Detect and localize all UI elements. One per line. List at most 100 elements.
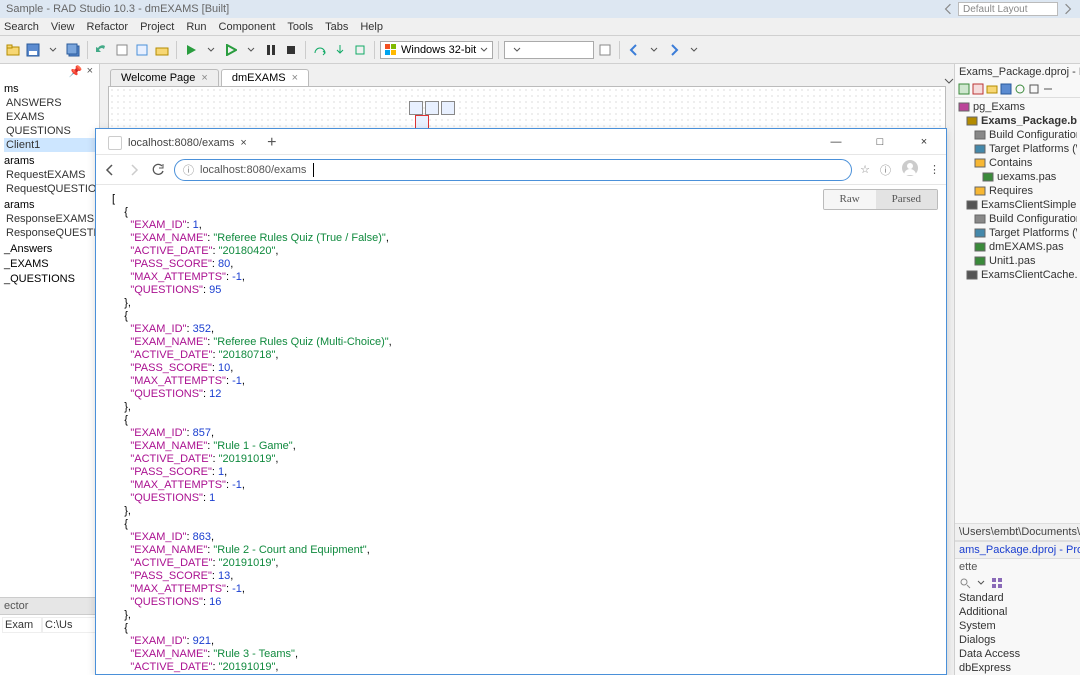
structure-close-icon[interactable]: × — [87, 65, 93, 77]
pause-icon[interactable] — [262, 41, 280, 59]
kebab-menu-icon[interactable]: ⋮ — [929, 163, 940, 176]
new-items-icon[interactable] — [113, 41, 131, 59]
project-node[interactable]: Exams_Package.bpl — [958, 114, 1077, 128]
tab-welcome[interactable]: Welcome Page× — [110, 69, 219, 86]
undo-icon[interactable] — [93, 41, 111, 59]
sync-icon[interactable] — [1014, 83, 1026, 95]
project-node[interactable]: Build Configurations (Debug — [958, 212, 1077, 226]
palette-category[interactable]: dbExpress — [955, 661, 1080, 675]
structure-item[interactable]: EXAMS — [4, 110, 95, 124]
browser-tab[interactable]: localhost:8080/exams × — [98, 132, 257, 154]
project-node[interactable]: Build Configurations (Debug — [958, 128, 1077, 142]
browser-tab-close-icon[interactable]: × — [240, 137, 246, 149]
form-designer[interactable] — [108, 86, 946, 130]
tab-dmexams[interactable]: dmEXAMS× — [221, 69, 309, 86]
new-form-icon[interactable] — [133, 41, 151, 59]
menu-tools[interactable]: Tools — [287, 21, 313, 33]
menu-view[interactable]: View — [51, 21, 75, 33]
palette-category[interactable]: Standard — [955, 591, 1080, 605]
collapse-icon[interactable] — [1042, 83, 1054, 95]
structure-item[interactable]: ANSWERS — [4, 96, 95, 110]
structure-item[interactable]: Client1 — [4, 138, 95, 152]
saveall-icon[interactable] — [64, 41, 82, 59]
component-icon[interactable] — [441, 101, 455, 115]
structure-group[interactable]: _QUESTIONS — [4, 273, 95, 285]
structure-group[interactable]: _Answers — [4, 243, 95, 255]
expand-icon[interactable] — [1028, 83, 1040, 95]
raw-button[interactable]: Raw — [824, 190, 876, 209]
tab-dmexams-close-icon[interactable]: × — [292, 72, 298, 84]
pin-icon[interactable]: 📌 — [69, 65, 83, 78]
page-info-icon[interactable]: ⓘ — [880, 162, 891, 178]
back-dd-icon[interactable] — [645, 41, 663, 59]
structure-group[interactable]: arams — [4, 155, 95, 167]
new-tab-button[interactable]: + — [261, 132, 283, 154]
next-layout-icon[interactable] — [1062, 3, 1074, 15]
palette-category[interactable]: Additional — [955, 605, 1080, 619]
run-nodebug-icon[interactable] — [222, 41, 240, 59]
menu-help[interactable]: Help — [360, 21, 383, 33]
palette-grid-icon[interactable] — [991, 577, 1003, 589]
site-info-icon[interactable]: ⓘ — [183, 162, 194, 178]
nav-forward-icon[interactable] — [126, 162, 142, 178]
structure-group[interactable]: ms — [4, 83, 95, 95]
component-icon-selected[interactable] — [415, 115, 429, 129]
project-node[interactable]: Unit1.pas — [958, 254, 1077, 268]
project-node[interactable]: pg_Exams — [958, 100, 1077, 114]
run-to-cursor-icon[interactable] — [351, 41, 369, 59]
deploy-icon[interactable] — [596, 41, 614, 59]
nav-back-icon[interactable] — [102, 162, 118, 178]
window-close-button[interactable]: × — [906, 131, 942, 153]
save-dd-icon[interactable] — [44, 41, 62, 59]
save-icon[interactable] — [24, 41, 42, 59]
step-over-icon[interactable] — [311, 41, 329, 59]
back-icon[interactable] — [625, 41, 643, 59]
prev-layout-icon[interactable] — [942, 3, 954, 15]
menu-project[interactable]: Project — [140, 21, 174, 33]
layout-combo[interactable]: Default Layout — [958, 2, 1058, 16]
structure-group[interactable]: _EXAMS — [4, 258, 95, 270]
structure-group[interactable]: arams — [4, 199, 95, 211]
project-node[interactable]: Target Platforms (Win32) — [958, 226, 1077, 240]
run-nodebug-dd-icon[interactable] — [242, 41, 260, 59]
project-node[interactable]: ExamsClientSimple.exe — [958, 198, 1077, 212]
new-folder-icon[interactable] — [986, 83, 998, 95]
tabs-chevron-down-icon[interactable] — [944, 76, 954, 86]
open-icon[interactable] — [4, 41, 22, 59]
add-icon[interactable] — [958, 83, 970, 95]
menu-tabs[interactable]: Tabs — [325, 21, 348, 33]
menu-run[interactable]: Run — [186, 21, 206, 33]
stop-icon[interactable] — [282, 41, 300, 59]
structure-item[interactable]: ResponseEXAMS — [4, 212, 95, 226]
project-node[interactable]: uexams.pas — [958, 170, 1077, 184]
structure-item[interactable]: ResponseQUESTIONSFULL — [4, 226, 95, 240]
project-node[interactable]: Contains — [958, 156, 1077, 170]
config-combo[interactable] — [504, 41, 594, 59]
forward-dd-icon[interactable] — [685, 41, 703, 59]
structure-item[interactable]: RequestEXAMS — [4, 168, 95, 182]
project-node[interactable]: ExamsClientCache.exe — [958, 268, 1077, 282]
run-icon[interactable] — [182, 41, 200, 59]
component-icon[interactable] — [425, 101, 439, 115]
tab-welcome-close-icon[interactable]: × — [201, 72, 207, 84]
menu-refactor[interactable]: Refactor — [87, 21, 129, 33]
address-bar[interactable]: ⓘ localhost:8080/exams — [174, 159, 852, 181]
star-icon[interactable]: ☆ — [860, 163, 870, 176]
run-dd-icon[interactable] — [202, 41, 220, 59]
window-maximize-button[interactable]: □ — [862, 131, 898, 153]
palette-category[interactable]: Data Access — [955, 647, 1080, 661]
save-project-icon[interactable] — [1000, 83, 1012, 95]
palette-chevron-down-icon[interactable] — [977, 579, 985, 587]
project-node[interactable]: dmEXAMS.pas — [958, 240, 1077, 254]
structure-item[interactable]: RequestQUESTIONSFULL — [4, 182, 95, 196]
menu-component[interactable]: Component — [219, 21, 276, 33]
menu-search[interactable]: Search — [4, 21, 39, 33]
forward-icon[interactable] — [665, 41, 683, 59]
window-minimize-button[interactable]: — — [818, 131, 854, 153]
inspector-prop-value[interactable]: C:\Us — [42, 617, 97, 633]
nav-reload-icon[interactable] — [150, 162, 166, 178]
parsed-button[interactable]: Parsed — [876, 190, 937, 209]
profile-icon[interactable] — [901, 159, 919, 180]
palette-category[interactable]: System — [955, 619, 1080, 633]
palette-search-icon[interactable] — [959, 577, 971, 589]
